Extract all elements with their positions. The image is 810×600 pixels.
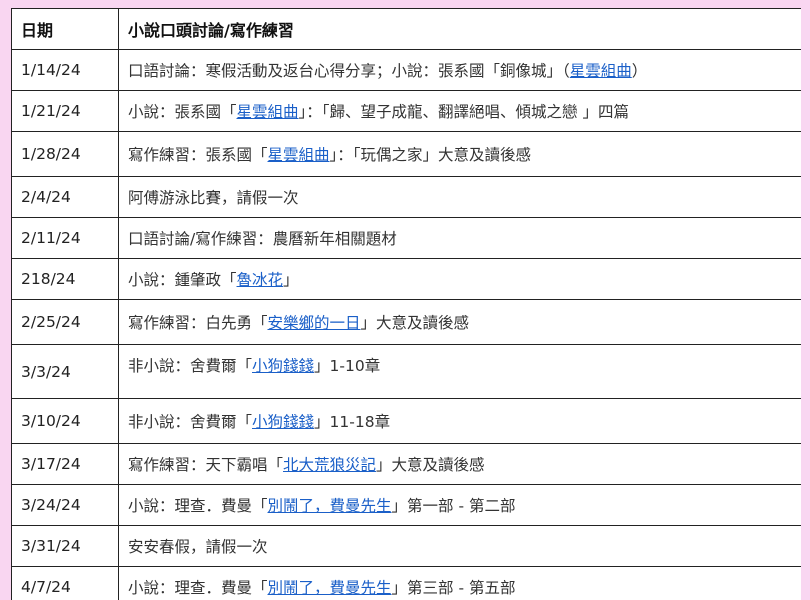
date-cell: 3/24/24 <box>11 484 119 526</box>
topic-text: 小說：張系國「 <box>128 103 237 121</box>
topic-cell: 口語討論/寫作練習：農曆新年相關題材 <box>118 217 801 259</box>
date-cell: 1/14/24 <box>11 49 119 91</box>
topic-text: 」：「歸、望子成龍、翻譯絕唱、傾城之戀 」四篇 <box>298 103 629 121</box>
topic-text: ） <box>631 62 648 80</box>
book-link[interactable]: 星雲組曲 <box>237 103 299 121</box>
topic-text: 口語討論：寒假活動及返台心得分享；小說：張系國「銅像城」（ <box>128 62 570 80</box>
topic-cell: 寫作練習：張系國「星雲組曲」：「玩偶之家」大意及讀後感 <box>118 131 801 177</box>
topic-cell: 小說：理查．費曼「別鬧了，費曼先生」第三部 - 第五部 <box>118 566 801 600</box>
date-cell: 218/24 <box>11 258 119 300</box>
topic-cell: 小說：張系國「星雲組曲」：「歸、望子成龍、翻譯絕唱、傾城之戀 」四篇 <box>118 90 801 132</box>
book-link[interactable]: 北大荒狼災記 <box>283 456 376 474</box>
table-row: 2/4/24 阿傅游泳比賽，請假一次 <box>11 176 801 218</box>
table-row: 1/21/24 小說：張系國「星雲組曲」：「歸、望子成龍、翻譯絕唱、傾城之戀 」四… <box>11 90 801 132</box>
topic-text: 小說：理查．費曼「 <box>128 579 268 597</box>
book-link[interactable]: 小狗錢錢 <box>252 413 314 431</box>
topic-cell: 小說：理查．費曼「別鬧了，費曼先生」第一部 - 第二部 <box>118 484 801 526</box>
topic-cell: 阿傅游泳比賽，請假一次 <box>118 176 801 218</box>
topic-text: 」：「玩偶之家」大意及讀後感 <box>329 146 532 164</box>
table-row: 4/7/24 小說：理查．費曼「別鬧了，費曼先生」第三部 - 第五部 <box>11 566 801 600</box>
date-cell: 2/4/24 <box>11 176 119 218</box>
topic-text: 小說：鍾肇政「 <box>128 271 237 289</box>
table-row: 218/24 小說：鍾肇政「魯冰花」 <box>11 258 801 300</box>
topic-cell: 寫作練習：天下霸唱「北大荒狼災記」大意及讀後感 <box>118 443 801 485</box>
topic-cell: 寫作練習：白先勇「安樂鄉的一日」大意及讀後感 <box>118 299 801 345</box>
date-cell: 2/25/24 <box>11 299 119 345</box>
date-cell: 3/10/24 <box>11 398 119 444</box>
topic-text: 」 <box>283 271 299 289</box>
book-link[interactable]: 星雲組曲 <box>268 146 330 164</box>
table-row: 1/14/24 口語討論：寒假活動及返台心得分享；小說：張系國「銅像城」（星雲組曲… <box>11 49 801 91</box>
table-row: 2/25/24 寫作練習：白先勇「安樂鄉的一日」大意及讀後感 <box>11 299 801 345</box>
topic-text: 寫作練習：白先勇「 <box>128 314 268 332</box>
topic-text: 」11-18章 <box>314 413 391 431</box>
table-row: 3/10/24 非小說：舍費爾「小狗錢錢」11-18章 <box>11 398 801 444</box>
topic-text: 安安春假，請假一次 <box>128 538 268 556</box>
topic-text: 」1-10章 <box>314 357 381 375</box>
topic-text: 」大意及讀後感 <box>376 456 485 474</box>
topic-text: 阿傅游泳比賽，請假一次 <box>128 189 299 207</box>
date-cell: 3/3/24 <box>11 344 119 399</box>
topic-cell: 小說：鍾肇政「魯冰花」 <box>118 258 801 300</box>
topic-text: 」第三部 - 第五部 <box>391 579 516 597</box>
date-cell: 4/7/24 <box>11 566 119 600</box>
book-link[interactable]: 安樂鄉的一日 <box>268 314 361 332</box>
date-cell: 3/31/24 <box>11 525 119 567</box>
topic-text: 口語討論/寫作練習：農曆新年相關題材 <box>128 230 397 248</box>
topic-cell: 非小說：舍費爾「小狗錢錢」11-18章 <box>118 398 801 444</box>
date-cell: 1/28/24 <box>11 131 119 177</box>
topic-text: 寫作練習：天下霸唱「 <box>128 456 284 474</box>
topic-text: 寫作練習：張系國「 <box>128 146 268 164</box>
book-link[interactable]: 魯冰花 <box>237 271 284 289</box>
topic-text: 」大意及讀後感 <box>360 314 470 332</box>
date-cell: 2/11/24 <box>11 217 119 259</box>
table-row: 1/28/24 寫作練習：張系國「星雲組曲」：「玩偶之家」大意及讀後感 <box>11 131 801 177</box>
table-row: 3/31/24 安安春假，請假一次 <box>11 525 801 567</box>
schedule-table: 日期 小說口頭討論/寫作練習 1/14/24 口語討論：寒假活動及返台心得分享；小… <box>11 8 801 600</box>
book-link[interactable]: 小狗錢錢 <box>252 357 314 375</box>
topic-cell: 口語討論：寒假活動及返台心得分享；小說：張系國「銅像城」（星雲組曲） <box>118 49 801 91</box>
topic-text: 非小說：舍費爾「 <box>128 357 253 375</box>
book-link[interactable]: 別鬧了，費曼先生 <box>268 579 392 597</box>
header-date: 日期 <box>11 8 119 50</box>
book-link[interactable]: 別鬧了，費曼先生 <box>268 497 392 515</box>
topic-text: 非小說：舍費爾「 <box>128 413 253 431</box>
table-row: 3/24/24 小說：理查．費曼「別鬧了，費曼先生」第一部 - 第二部 <box>11 484 801 526</box>
book-link[interactable]: 星雲組曲 <box>570 62 632 80</box>
topic-cell: 非小說：舍費爾「小狗錢錢」1-10章 <box>118 344 801 399</box>
header-topic: 小說口頭討論/寫作練習 <box>118 8 801 50</box>
table-row: 3/3/24 非小說：舍費爾「小狗錢錢」1-10章 <box>11 344 801 399</box>
table-row: 3/17/24 寫作練習：天下霸唱「北大荒狼災記」大意及讀後感 <box>11 443 801 485</box>
table-header-row: 日期 小說口頭討論/寫作練習 <box>11 8 801 50</box>
date-cell: 3/17/24 <box>11 443 119 485</box>
topic-text: 小說：理查．費曼「 <box>128 497 268 515</box>
table-body: 1/14/24 口語討論：寒假活動及返台心得分享；小說：張系國「銅像城」（星雲組曲… <box>11 49 801 600</box>
topic-cell: 安安春假，請假一次 <box>118 525 801 567</box>
table-row: 2/11/24 口語討論/寫作練習：農曆新年相關題材 <box>11 217 801 259</box>
date-cell: 1/21/24 <box>11 90 119 132</box>
schedule-card: 日期 小說口頭討論/寫作練習 1/14/24 口語討論：寒假活動及返台心得分享；小… <box>11 8 801 600</box>
topic-text: 」第一部 - 第二部 <box>391 497 516 515</box>
